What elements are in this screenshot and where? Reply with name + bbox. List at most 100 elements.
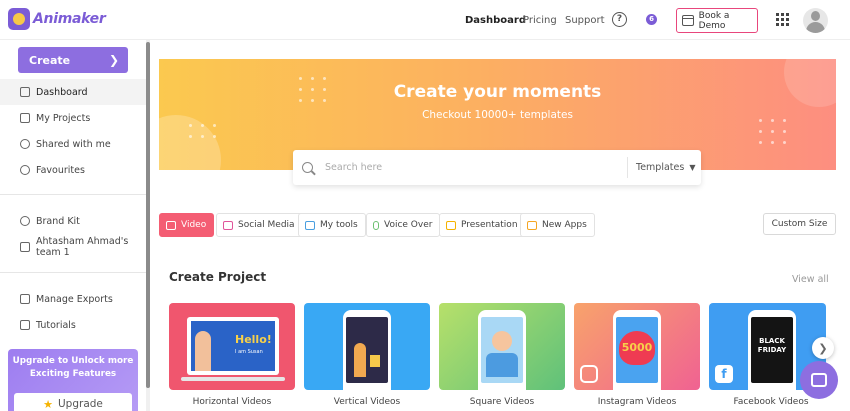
templates-dropdown[interactable]: Templates ▼ [627,157,701,178]
animaker-logo[interactable]: Animaker [8,8,106,30]
brand-name: Animaker [33,11,106,27]
sidebar-item-brand-kit[interactable]: Brand Kit [0,208,146,234]
character-figure [354,343,366,377]
friday-text: FRIDAY [757,346,787,354]
dashboard-icon [20,87,30,97]
phone-frame [478,310,526,390]
susan-text: I am Susan [235,349,263,355]
carousel-next-button[interactable]: ❯ [812,337,834,359]
sidebar-item-team[interactable]: Ahtasham Ahmad's team 1 [0,234,146,260]
sidebar-item-label: Dashboard [36,86,88,98]
book-demo-button[interactable]: Book a Demo [676,8,758,33]
chevron-down-icon: ▼ [689,163,696,172]
heart-icon [20,165,30,175]
tab-presentation[interactable]: Presentation [439,213,526,237]
palette-icon [20,216,30,226]
top-header: Animaker Dashboard Pricing Support ? 6 B… [0,0,850,40]
tab-voice-over[interactable]: Voice Over [366,213,441,237]
apps-grid-icon[interactable] [776,13,789,26]
nav-support[interactable]: Support [565,0,605,40]
sidebar-item-shared[interactable]: Shared with me [0,131,146,157]
create-button-label: Create [29,53,71,67]
child-photo [492,331,512,351]
template-card-vertical[interactable] [304,303,430,390]
laptop-base [181,377,285,381]
card-label: Vertical Videos [333,397,401,407]
chat-support-button[interactable] [800,361,838,399]
sidebar-item-dashboard[interactable]: Dashboard [0,79,146,105]
video-icon [166,220,176,230]
nav-pricing[interactable]: Pricing [523,0,557,40]
microphone-icon [373,220,379,230]
nav-dashboard[interactable]: Dashboard [465,0,526,40]
phone-frame [343,310,391,390]
sidebar-item-label: My Projects [36,112,91,124]
sidebar-item-my-projects[interactable]: My Projects [0,105,146,131]
book-demo-label: Book a Demo [698,10,730,31]
black-text: BLACK [759,337,785,345]
tab-label: Presentation [461,220,518,230]
export-icon [20,294,30,304]
sidebar-item-tutorials[interactable]: Tutorials [0,312,146,338]
upgrade-button[interactable]: ★ Upgrade [14,393,132,411]
calendar-icon [682,15,694,26]
upgrade-promo: Upgrade to Unlock more Exciting Features… [8,349,138,411]
sidebar-item-label: Shared with me [36,138,111,150]
template-card-horizontal[interactable]: Hello! I am Susan [169,303,295,390]
tutorials-icon [20,320,30,330]
card-label: Instagram Videos [597,397,677,407]
notification-badge[interactable]: 6 [646,14,657,25]
tab-label: New Apps [542,220,587,230]
child-photo [486,353,518,377]
search-input[interactable] [325,162,615,173]
tab-my-tools[interactable]: My tools [298,213,366,237]
laptop-screen: Hello! I am Susan [187,317,279,375]
team-icon [20,242,30,252]
sidebar-item-label: Tutorials [36,319,76,331]
hello-text: Hello! [235,333,272,346]
card-label: Horizontal Videos [192,397,272,407]
gift-box [370,355,380,367]
presentation-icon [446,220,456,230]
tab-new-apps[interactable]: New Apps [520,213,595,237]
sidebar-item-label: Favourites [36,164,85,176]
phone-frame: 5000 [613,310,661,390]
upgrade-text-1: Upgrade to Unlock more [12,356,134,366]
tab-label: Video [181,220,207,230]
sidebar-scrollbar[interactable] [146,40,150,411]
user-avatar[interactable] [803,8,828,33]
template-card-square[interactable] [439,303,565,390]
sidebar-item-favourites[interactable]: Favourites [0,157,146,183]
sidebar-item-manage-exports[interactable]: Manage Exports [0,286,146,312]
chevron-right-icon: ❯ [108,53,119,67]
phone-screen [346,317,388,383]
help-icon[interactable]: ? [612,12,627,27]
template-card-instagram[interactable]: 5000 [574,303,700,390]
users-icon [20,139,30,149]
phone-frame: BLACK FRIDAY [748,310,796,390]
tab-social-media[interactable]: Social Media [216,213,303,237]
create-button[interactable]: Create ❯ [18,47,128,73]
tab-video[interactable]: Video [159,213,215,237]
decorative-dots [189,124,217,138]
decorative-dots [759,119,787,144]
phone-screen: BLACK FRIDAY [751,317,793,383]
card-label: Square Videos [469,397,535,407]
view-all-link[interactable]: View all [792,274,829,285]
templates-dropdown-label: Templates [636,162,685,173]
facebook-icon: f [715,365,733,383]
folder-icon [20,113,30,123]
section-title: Create Project [169,270,267,284]
apps-icon [527,220,537,230]
star-icon: ★ [43,397,53,411]
template-search: Templates ▼ [293,150,701,185]
banner-title: Create your moments [393,82,602,102]
tools-icon [305,220,315,230]
sidebar-item-label: Brand Kit [36,215,80,227]
character-figure [195,331,211,371]
social-media-icon [223,220,233,230]
upgrade-button-label: Upgrade [57,397,103,410]
tab-label: Social Media [238,220,295,230]
banner-subtitle: Checkout 10000+ templates [422,109,573,121]
custom-size-button[interactable]: Custom Size [763,213,836,235]
